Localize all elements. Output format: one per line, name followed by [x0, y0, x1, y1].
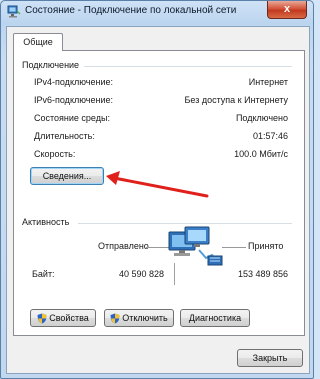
- media-state-label: Состояние среды:: [34, 113, 110, 123]
- sent-label: Отправлено: [98, 241, 149, 251]
- dialog-client-area: Общие Подключение IPv4-подключение: Инте…: [6, 26, 310, 374]
- activity-separator: [174, 263, 175, 285]
- uac-shield-icon: [110, 313, 120, 324]
- received-label: Принято: [248, 241, 284, 251]
- tab-general[interactable]: Общие: [13, 33, 63, 51]
- window-title: Состояние - Подключение по локальной сет…: [25, 5, 237, 16]
- activity-group-label: Активность: [22, 217, 70, 227]
- connection-group-label: Подключение: [22, 60, 80, 70]
- network-icon: [7, 5, 21, 18]
- connection-group-divider: [84, 66, 292, 67]
- properties-button[interactable]: Свойства: [30, 309, 96, 327]
- ipv6-value: Без доступа к Интернету: [184, 95, 288, 105]
- duration-label: Длительность:: [34, 131, 95, 141]
- duration-value: 01:57:46: [252, 131, 288, 141]
- properties-button-label: Свойства: [49, 313, 89, 323]
- tab-panel-general: Подключение IPv4-подключение: Интернет I…: [13, 50, 305, 336]
- network-computers-icon: [168, 226, 223, 266]
- close-window-button[interactable]: x: [267, 1, 307, 19]
- ipv4-label: IPv4-подключение:: [34, 77, 113, 87]
- uac-shield-icon: [37, 313, 47, 324]
- disable-button[interactable]: Отключить: [104, 309, 174, 327]
- title-bar[interactable]: Состояние - Подключение по локальной сет…: [1, 1, 313, 23]
- status-window: Состояние - Подключение по локальной сет…: [0, 0, 314, 379]
- bytes-label: Байт:: [32, 269, 55, 279]
- ipv6-label: IPv6-подключение:: [34, 95, 113, 105]
- speed-label: Скорость:: [34, 149, 76, 159]
- speed-value: 100.0 Мбит/с: [234, 149, 288, 159]
- diagnose-button[interactable]: Диагностика: [180, 309, 250, 327]
- ipv4-value: Интернет: [248, 77, 288, 87]
- media-state-value: Подключено: [235, 113, 288, 123]
- activity-group-divider: [78, 223, 292, 224]
- disable-button-label: Отключить: [122, 313, 168, 323]
- close-button[interactable]: Закрыть: [237, 349, 303, 367]
- bytes-sent-value: 40 590 828: [118, 269, 164, 279]
- details-button[interactable]: Сведения...: [30, 167, 104, 185]
- sent-line: [146, 247, 170, 248]
- bytes-received-value: 153 489 856: [237, 269, 288, 279]
